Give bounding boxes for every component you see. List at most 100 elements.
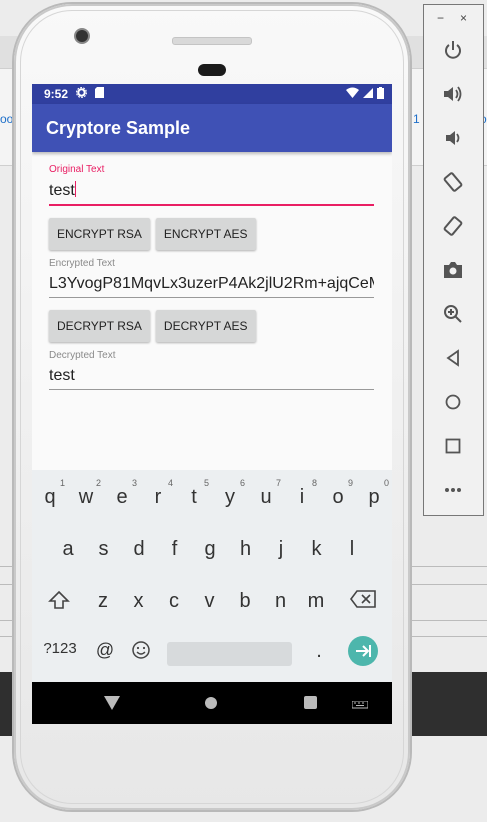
key-c[interactable]: c [159,590,189,613]
space-key[interactable] [167,642,292,666]
soft-keyboard: q1w2e3r4t5y6u7i8o9p0 asdfghjkl zxcvbnm ?… [32,470,392,682]
proximity-sensor [198,64,226,76]
key-f[interactable]: f [160,538,190,561]
recents-nav-icon[interactable] [304,696,317,714]
key-j[interactable]: j [266,538,296,561]
status-bar: 9:52 [32,84,392,104]
at-key[interactable]: @ [90,640,120,661]
key-n[interactable]: n [266,590,296,613]
key-o[interactable]: o9 [323,478,353,509]
period-key[interactable]: . [304,640,334,663]
key-r[interactable]: r4 [143,478,173,509]
key-hint-number: 3 [131,478,137,488]
key-hint-number: 4 [167,478,173,488]
encrypt-rsa-button[interactable]: ENCRYPT RSA [49,218,150,250]
key-x[interactable]: x [124,590,154,613]
key-h[interactable]: h [231,538,261,561]
decrypt-rsa-button[interactable]: DECRYPT RSA [49,310,150,342]
overview-icon[interactable] [440,433,466,459]
zoom-icon[interactable] [440,301,466,327]
key-m[interactable]: m [301,590,331,613]
key-hint-number: 5 [203,478,209,488]
key-letter: p [368,486,380,508]
enter-key-icon[interactable] [348,636,378,666]
key-letter: i [299,486,305,508]
symbols-key[interactable]: ?123 [40,640,80,657]
settings-icon [76,86,88,101]
key-hint-number: 6 [239,478,245,488]
wifi-icon [346,87,359,101]
decrypt-aes-button[interactable]: DECRYPT AES [155,310,256,342]
emulator-toolbar: − × [423,4,484,516]
key-hint-number: 8 [311,478,317,488]
back-icon[interactable] [440,345,466,371]
power-icon[interactable] [440,37,466,63]
key-hint-number: 9 [347,478,353,488]
key-b[interactable]: b [230,590,260,613]
key-letter: q [44,486,56,508]
emoji-key-icon[interactable] [126,640,156,666]
key-u[interactable]: u7 [251,478,281,509]
minimize-button[interactable]: − [437,11,444,25]
close-button[interactable]: × [460,11,467,25]
key-y[interactable]: y6 [215,478,245,509]
more-icon[interactable] [440,477,466,503]
form: Original Text test ENCRYPT RSA ENCRYPT A… [32,152,392,390]
key-p[interactable]: p0 [359,478,389,509]
original-text-label: Original Text [49,164,105,175]
volume-up-icon[interactable] [440,81,466,107]
key-a[interactable]: a [53,538,83,561]
front-camera [76,30,88,42]
key-letter: r [154,486,162,508]
decrypted-text-label: Decrypted Text [49,350,116,361]
key-hint-number: 7 [275,478,281,488]
key-letter: o [332,486,344,508]
backspace-key-icon[interactable] [348,590,378,614]
decrypted-text-field[interactable]: test [49,361,374,390]
battery-icon [377,86,384,102]
original-text-value: test [49,182,75,199]
text-cursor [74,181,76,197]
key-i[interactable]: i8 [287,478,317,509]
key-g[interactable]: g [195,538,225,561]
key-letter: u [260,486,272,508]
home-nav-icon[interactable] [204,696,218,715]
sd-card-icon [95,87,105,101]
app-bar: Cryptore Sample [32,104,392,152]
camera-icon[interactable] [440,257,466,283]
signal-icon [363,87,373,101]
key-t[interactable]: t5 [179,478,209,509]
host-link-fragment[interactable]: oo [0,112,13,126]
key-w[interactable]: w2 [71,478,101,509]
key-k[interactable]: k [302,538,332,561]
encrypted-text-label: Encrypted Text [49,258,115,269]
keyboard-switch-icon[interactable] [351,698,369,716]
key-v[interactable]: v [195,590,225,613]
key-e[interactable]: e3 [107,478,137,509]
shift-key-icon[interactable] [44,590,74,616]
key-letter: w [78,486,94,508]
device-screen: 9:52 Cryptore Sample Original Text test … [32,84,392,724]
rotate-left-icon[interactable] [440,169,466,195]
earpiece [172,37,252,45]
status-time: 9:52 [44,87,69,101]
rotate-right-icon[interactable] [440,213,466,239]
home-icon[interactable] [440,389,466,415]
key-q[interactable]: q1 [35,478,65,509]
encrypt-aes-button[interactable]: ENCRYPT AES [155,218,256,250]
volume-down-icon[interactable] [440,125,466,151]
key-hint-number: 2 [95,478,101,488]
encrypted-text-field[interactable]: L3YvogP81MqvLx3uzerP4Ak2jlU2Rm+ajqCeMj [49,269,374,298]
navigation-bar [32,682,392,724]
original-text-input[interactable]: test [49,175,374,206]
host-link-fragment-right[interactable]: 1 [413,112,420,126]
key-letter: y [225,486,235,508]
key-letter: e [116,486,128,508]
key-s[interactable]: s [89,538,119,561]
key-z[interactable]: z [88,590,118,613]
back-nav-icon[interactable] [104,696,120,715]
key-l[interactable]: l [337,538,367,561]
app-title: Cryptore Sample [46,117,191,138]
key-d[interactable]: d [124,538,154,561]
key-letter: t [191,486,197,508]
